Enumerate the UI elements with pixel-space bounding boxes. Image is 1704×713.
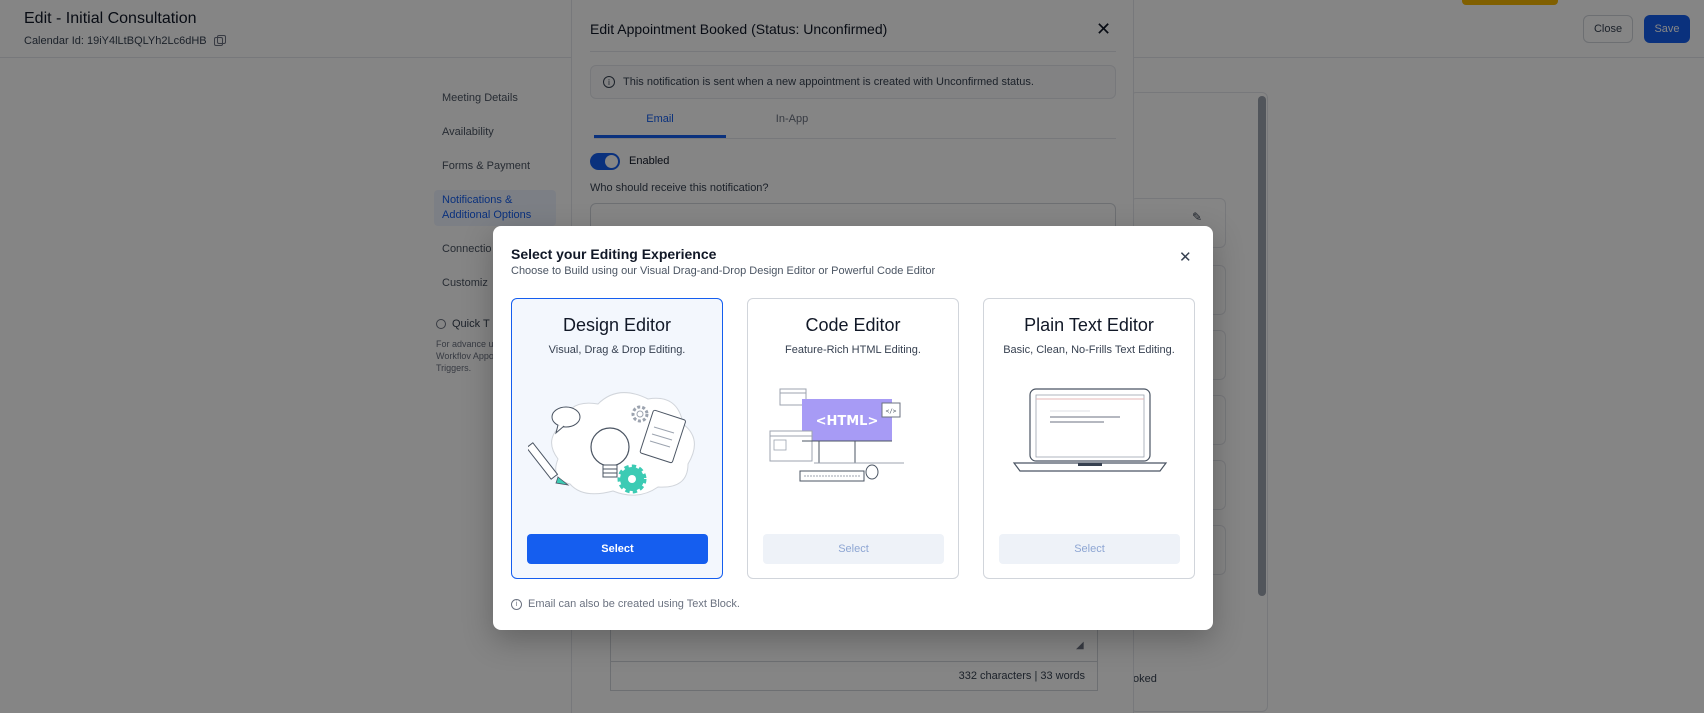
- modal-close-icon[interactable]: ✕: [1179, 250, 1192, 265]
- code-editor-select-button[interactable]: Select: [763, 534, 944, 564]
- card-title: Design Editor: [562, 315, 672, 335]
- plain-text-editor-select-button[interactable]: Select: [999, 534, 1180, 564]
- html-illustration-label: <HTML>: [816, 414, 879, 429]
- modal-note: i Email can also be created using Text B…: [511, 598, 740, 610]
- svg-text:</>: </>: [886, 408, 897, 415]
- modal-note-text: Email can also be created using Text Blo…: [528, 598, 740, 610]
- design-editor-card[interactable]: Design Editor Visual, Drag & Drop Editin…: [511, 298, 723, 579]
- info-icon: i: [511, 598, 522, 610]
- card-desc: Basic, Clean, No-Frills Text Editing.: [1003, 344, 1175, 356]
- card-desc: Visual, Drag & Drop Editing.: [548, 344, 686, 356]
- laptop-illustration-icon: [1012, 388, 1168, 472]
- code-editor-card[interactable]: Code Editor Feature-Rich HTML Editing. <…: [747, 298, 959, 579]
- modal-title: Select your Editing Experience: [511, 246, 717, 262]
- card-desc: Feature-Rich HTML Editing.: [785, 344, 921, 356]
- design-editor-select-button[interactable]: Select: [527, 534, 708, 564]
- card-title: Plain Text Editor: [1024, 315, 1154, 335]
- editor-select-modal: Select your Editing Experience Choose to…: [493, 226, 1213, 630]
- design-illustration-icon: [528, 392, 695, 496]
- modal-subtitle: Choose to Build using our Visual Drag-an…: [511, 265, 936, 277]
- code-illustration-icon: </> <HTML>: [769, 388, 904, 482]
- card-title: Code Editor: [805, 315, 901, 335]
- plain-text-editor-card[interactable]: Plain Text Editor Basic, Clean, No-Frill…: [983, 298, 1195, 579]
